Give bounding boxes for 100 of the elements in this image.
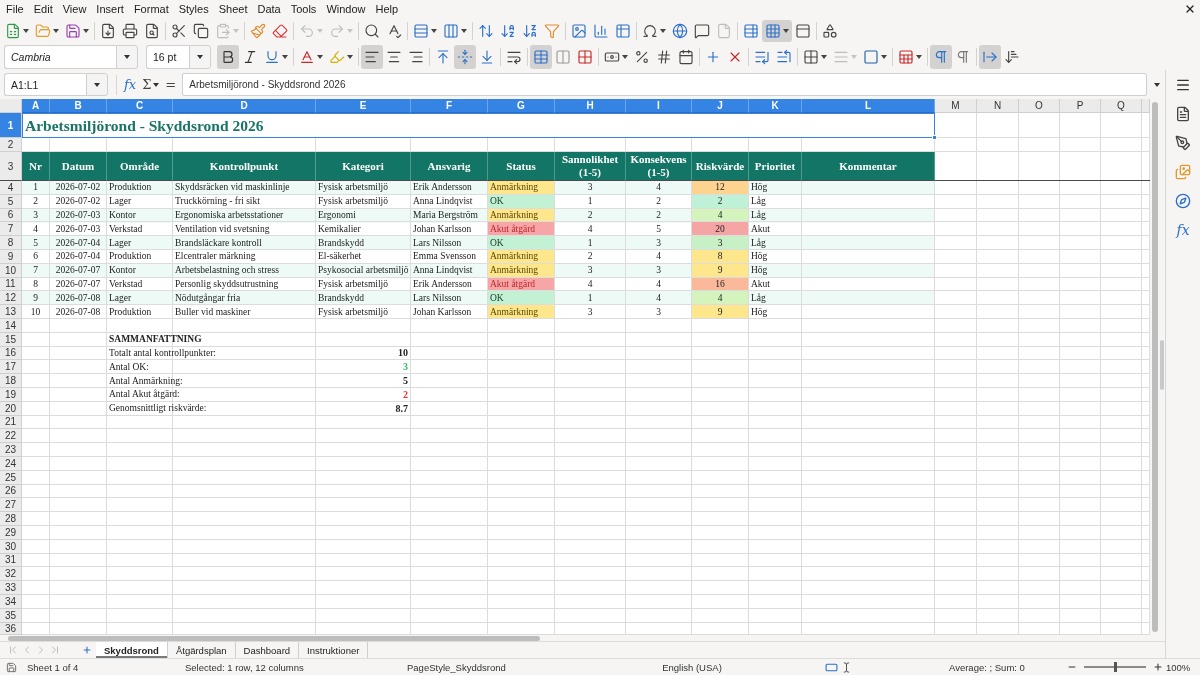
row-header[interactable]: 8: [0, 236, 22, 250]
sum-button[interactable]: Σ: [139, 73, 163, 96]
mergecenter-button[interactable]: [530, 44, 552, 69]
language-text[interactable]: English (USA): [662, 661, 722, 673]
properties-button[interactable]: [1175, 106, 1191, 122]
table-cell-text: Ventilation vid svetsning: [174, 222, 271, 236]
font-size-field[interactable]: 16 pt: [146, 44, 189, 69]
row-header[interactable]: 3: [0, 152, 22, 181]
formula-button[interactable]: =: [162, 73, 180, 96]
table-cell-text: 3: [655, 236, 662, 250]
menu-item[interactable]: Help: [370, 0, 404, 18]
header-cell: Prioritet: [749, 152, 802, 181]
row-header[interactable]: 22: [0, 429, 22, 444]
column-header[interactable]: C: [107, 99, 173, 113]
table-cell-text: Hög: [750, 264, 769, 278]
table-cell-text: Fysisk arbetsmiljö: [317, 195, 389, 209]
column-header[interactable]: D: [173, 99, 316, 113]
text-cursor-icon[interactable]: [841, 661, 852, 673]
column-header[interactable]: I: [626, 99, 692, 113]
sheet-tab[interactable]: Instruktioner: [299, 642, 369, 658]
row-header[interactable]: 33: [0, 581, 22, 595]
clipboard-icon: [215, 22, 231, 39]
dropdown-button[interactable]: [116, 44, 138, 69]
sheet-tab[interactable]: Åtgärdsplan: [167, 642, 236, 658]
font-name-field[interactable]: Cambria: [4, 44, 116, 69]
function-wizard-button[interactable]: fx: [121, 73, 140, 96]
save-icon[interactable]: [5, 661, 17, 673]
column-header[interactable]: L: [802, 99, 935, 113]
row-header[interactable]: 12: [0, 291, 22, 306]
column-header[interactable]: M: [935, 99, 977, 113]
row-header[interactable]: 23: [0, 443, 22, 457]
table-cell-text: Produktion: [108, 305, 153, 319]
left-button[interactable]: [361, 44, 383, 69]
summary-label: Genomsnittligt riskvärde:: [108, 402, 208, 416]
row-header[interactable]: 1: [0, 113, 22, 138]
column-header[interactable]: G: [488, 99, 555, 113]
functions-button[interactable]: fx: [1176, 222, 1190, 238]
page-style-text[interactable]: PageStyle_Skyddsrond: [407, 661, 506, 673]
menu-item[interactable]: File: [1, 0, 29, 18]
freeze-button[interactable]: [762, 19, 792, 42]
status-cell: Anmärkning: [488, 181, 555, 195]
close-button[interactable]: [1184, 3, 1196, 15]
scrollbar-thumb[interactable]: [1152, 102, 1158, 632]
name-box[interactable]: A1:L1: [4, 73, 86, 96]
column-header[interactable]: F: [411, 99, 488, 113]
menu-item[interactable]: View: [57, 0, 92, 18]
menu-item[interactable]: Styles: [173, 0, 214, 18]
table-cell-text: Truckkörning - fri sikt: [174, 195, 261, 209]
caret-icon: [851, 54, 857, 59]
row-header[interactable]: 27: [0, 498, 22, 513]
sidebar-menu-button[interactable]: [1175, 77, 1191, 93]
selection-handle[interactable]: [932, 135, 937, 140]
zoom-percent[interactable]: 100%: [1166, 661, 1191, 673]
formula-input[interactable]: Arbetsmiljörond - Skyddsrond 2026: [182, 73, 1148, 96]
columns-icon: [555, 48, 571, 65]
table-cell-text: Fysisk arbetsmiljö: [317, 305, 389, 319]
middle-button[interactable]: [454, 44, 476, 69]
row-header[interactable]: 17: [0, 360, 22, 375]
column-header[interactable]: N: [977, 99, 1019, 113]
column-header[interactable]: K: [749, 99, 802, 113]
menu-item[interactable]: Tools: [285, 0, 322, 18]
speech-bubble-icon: [694, 22, 710, 39]
zoom-in-icon[interactable]: [1153, 662, 1163, 672]
hash-icon: [656, 48, 672, 65]
dropdown-button[interactable]: [189, 44, 211, 69]
row-header[interactable]: 4: [0, 181, 22, 195]
menu-item[interactable]: Format: [128, 0, 174, 18]
menu-item[interactable]: Data: [252, 0, 286, 18]
menu-item[interactable]: Sheet: [213, 0, 253, 18]
column-header[interactable]: J: [692, 99, 749, 113]
column-header[interactable]: O: [1019, 99, 1060, 113]
row-header[interactable]: 2: [0, 138, 22, 152]
menu-item[interactable]: Insert: [91, 0, 129, 18]
slider-thumb[interactable]: [1114, 662, 1117, 672]
row-header[interactable]: 13: [0, 305, 22, 319]
caret-icon: [347, 28, 353, 33]
bold-button[interactable]: [217, 44, 239, 69]
column-header[interactable]: P: [1060, 99, 1101, 113]
ltr-button[interactable]: [930, 44, 952, 69]
navigator-button[interactable]: [1175, 193, 1191, 209]
row-header[interactable]: 7: [0, 222, 22, 237]
caret-icon: [821, 54, 827, 59]
column-header[interactable]: A: [22, 99, 50, 113]
column-header[interactable]: E: [316, 99, 411, 113]
gallery-button[interactable]: [1175, 164, 1191, 180]
sidebar-handle[interactable]: [1160, 340, 1164, 390]
menu-item[interactable]: Edit: [28, 0, 58, 18]
column-header[interactable]: H: [555, 99, 626, 113]
column-header[interactable]: Q: [1101, 99, 1142, 113]
menu-item[interactable]: Window: [321, 0, 371, 18]
copy-icon: [193, 22, 209, 39]
styles-button[interactable]: [1175, 135, 1191, 151]
row-header[interactable]: 32: [0, 567, 22, 582]
row-header[interactable]: 28: [0, 512, 22, 526]
sheet-tab[interactable]: Skyddsrond: [96, 642, 168, 658]
scrollbar-thumb[interactable]: [8, 635, 540, 641]
sheet-tab[interactable]: Dashboard: [235, 642, 300, 658]
row-header[interactable]: 18: [0, 374, 22, 388]
dropdown-button[interactable]: [86, 73, 108, 96]
column-header[interactable]: B: [50, 99, 107, 113]
